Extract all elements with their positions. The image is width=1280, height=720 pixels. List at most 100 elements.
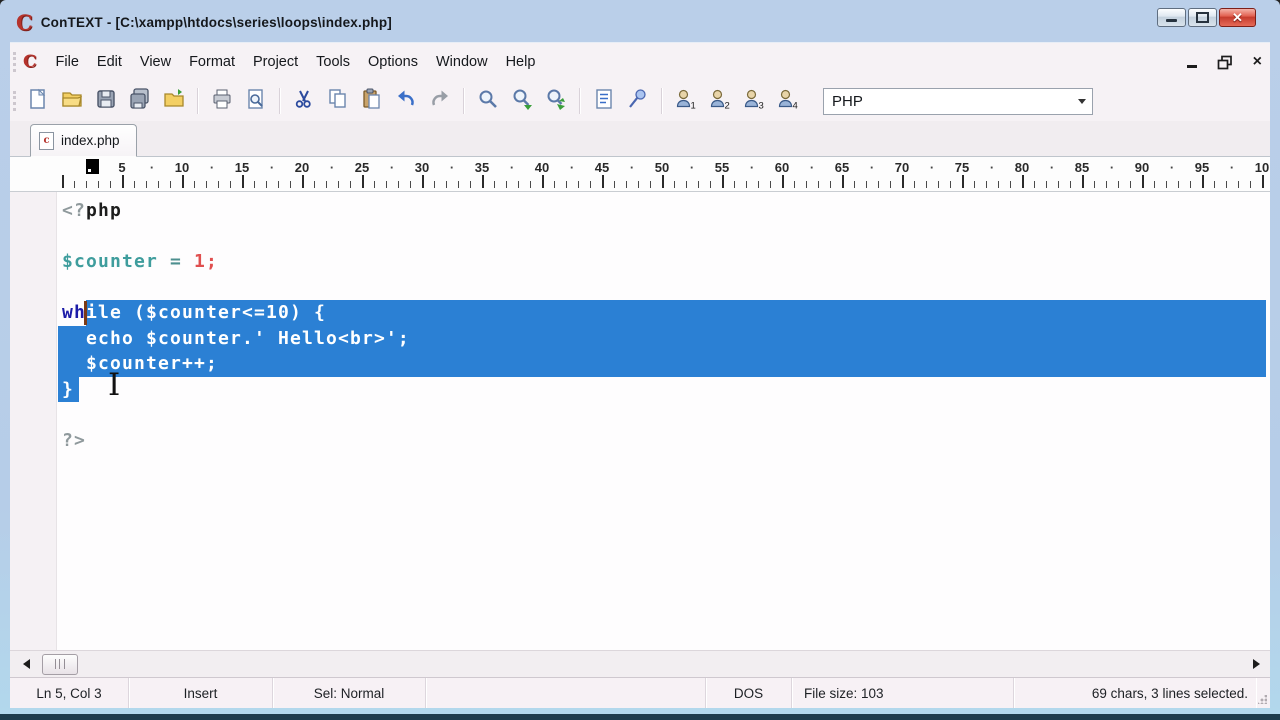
find-icon [476, 87, 500, 116]
highlighter-select[interactable]: PHP [823, 87, 1093, 115]
menu-item-tools[interactable]: Tools [307, 50, 359, 74]
close-button[interactable]: ✕ [1219, 8, 1256, 27]
scrollbar-thumb[interactable] [42, 653, 78, 675]
title-bar: C ConTEXT - [C:\xampp\htdocs\series\loop… [6, 4, 1274, 40]
code-editor[interactable]: <?php $counter = 1; while ($counter<=10) {… [10, 192, 1270, 650]
maximize-button[interactable] [1188, 8, 1217, 27]
svg-text:3: 3 [759, 100, 764, 111]
scroll-left-icon [22, 659, 30, 669]
print-preview-button[interactable] [242, 87, 270, 115]
minimize-button[interactable] [1157, 8, 1186, 27]
mdi-close-icon: × [1252, 53, 1262, 70]
ruler-dot: · [809, 160, 815, 175]
menu-item-view[interactable]: View [131, 50, 180, 74]
menu-item-window[interactable]: Window [427, 50, 497, 74]
ruler-dot: · [929, 160, 935, 175]
mdi-minimize-icon [1186, 64, 1197, 68]
code-lines: <?php $counter = 1; while ($counter<=10) {… [10, 198, 1270, 453]
menu-item-file[interactable]: File [47, 50, 88, 74]
copy-button[interactable] [324, 87, 352, 115]
ruler-label: 40 [534, 160, 550, 175]
menubar-grip[interactable] [13, 52, 16, 72]
minimize-icon [1166, 19, 1177, 22]
open-folder-button[interactable] [160, 87, 188, 115]
ruler-dot: · [749, 160, 755, 175]
print-preview-icon [244, 87, 268, 116]
code-token: $counter++; [62, 353, 218, 374]
toolbar-separator [661, 88, 663, 114]
status-spacer [426, 678, 706, 708]
open-folder-icon [162, 87, 186, 116]
menu-item-format[interactable]: Format [180, 50, 244, 74]
find-next-button[interactable] [508, 87, 536, 115]
code-line: $counter++; [10, 351, 1270, 377]
menu-item-help[interactable]: Help [497, 50, 545, 74]
save-button[interactable] [92, 87, 120, 115]
status-line-ending: DOS [706, 678, 792, 708]
code-token: ?> [62, 429, 86, 451]
user-command-1-button[interactable]: 1 [672, 87, 700, 115]
code-token: php [86, 200, 122, 221]
code-line: ?> [10, 428, 1270, 454]
column-ruler: 5 · 10 · 15 · 20 · 25 · 30 · 35 · 40 · 45 · 50 · 55 · 60 · 65 · 70… [10, 157, 1270, 192]
undo-icon [394, 87, 418, 116]
find-replace-icon [544, 87, 568, 116]
scroll-right-button[interactable] [1246, 654, 1266, 674]
redo-button[interactable] [426, 87, 454, 115]
mdi-restore-button[interactable] [1217, 55, 1233, 70]
find-button[interactable] [474, 87, 502, 115]
save-all-button[interactable] [126, 87, 154, 115]
cut-button[interactable] [290, 87, 318, 115]
ruler-dot: · [1049, 160, 1055, 175]
ruler-label: 20 [294, 160, 310, 175]
scroll-left-button[interactable] [16, 654, 36, 674]
highlighter-value: PHP [832, 92, 863, 110]
ruler-label: 5 [118, 160, 126, 175]
toolbar-grip[interactable] [13, 91, 16, 111]
ruler-major-ticks [62, 175, 1270, 188]
toolbar-separator [463, 88, 465, 114]
ruler-label: 55 [714, 160, 730, 175]
code-token: echo [86, 327, 134, 349]
mdi-close-button[interactable]: × [1253, 54, 1262, 70]
ruler-label: 45 [594, 160, 610, 175]
paste-button[interactable] [358, 87, 386, 115]
code-token: <? [62, 200, 86, 221]
menu-item-edit[interactable]: Edit [88, 50, 131, 74]
mdi-minimize-button[interactable] [1186, 57, 1197, 68]
print-button[interactable] [208, 87, 236, 115]
ruler-label: 65 [834, 160, 850, 175]
ruler-label: 35 [474, 160, 490, 175]
undo-button[interactable] [392, 87, 420, 115]
window-title: ConTEXT - [C:\xampp\htdocs\series\loops\… [40, 14, 392, 30]
ruler-label: 15 [234, 160, 250, 175]
user-command-3-icon: 3 [742, 87, 766, 116]
menu-bar: C File Edit View Format Project Tools Options W… [10, 43, 1270, 81]
paste-icon [360, 87, 384, 116]
scroll-right-icon [1252, 659, 1260, 669]
menu-item-project[interactable]: Project [244, 50, 307, 74]
thumb-grip-icon [55, 659, 65, 669]
horizontal-scrollbar[interactable] [10, 650, 1270, 677]
user-command-2-button[interactable]: 2 [706, 87, 734, 115]
tab-bar: c index.php [10, 121, 1270, 157]
tab-index-php[interactable]: c index.php [30, 124, 137, 157]
open-file-button[interactable] [58, 87, 86, 115]
new-file-button[interactable] [24, 87, 52, 115]
ruler-label: 10 [1254, 160, 1270, 175]
window-controls: ✕ [1157, 8, 1256, 27]
menu-item-options[interactable]: Options [359, 50, 427, 74]
svg-text:2: 2 [725, 100, 730, 111]
copy-icon [326, 87, 350, 116]
user-command-4-button[interactable]: 4 [774, 87, 802, 115]
code-token: ile [86, 302, 122, 323]
user-command-3-button[interactable]: 3 [740, 87, 768, 115]
code-line: } [10, 377, 1270, 403]
code-templates-button[interactable] [590, 87, 618, 115]
svg-text:4: 4 [793, 100, 798, 111]
code-line: <?php [10, 198, 1270, 224]
find-replace-button[interactable] [542, 87, 570, 115]
pin-button[interactable] [624, 87, 652, 115]
dropdown-arrow-icon[interactable] [1072, 89, 1092, 114]
